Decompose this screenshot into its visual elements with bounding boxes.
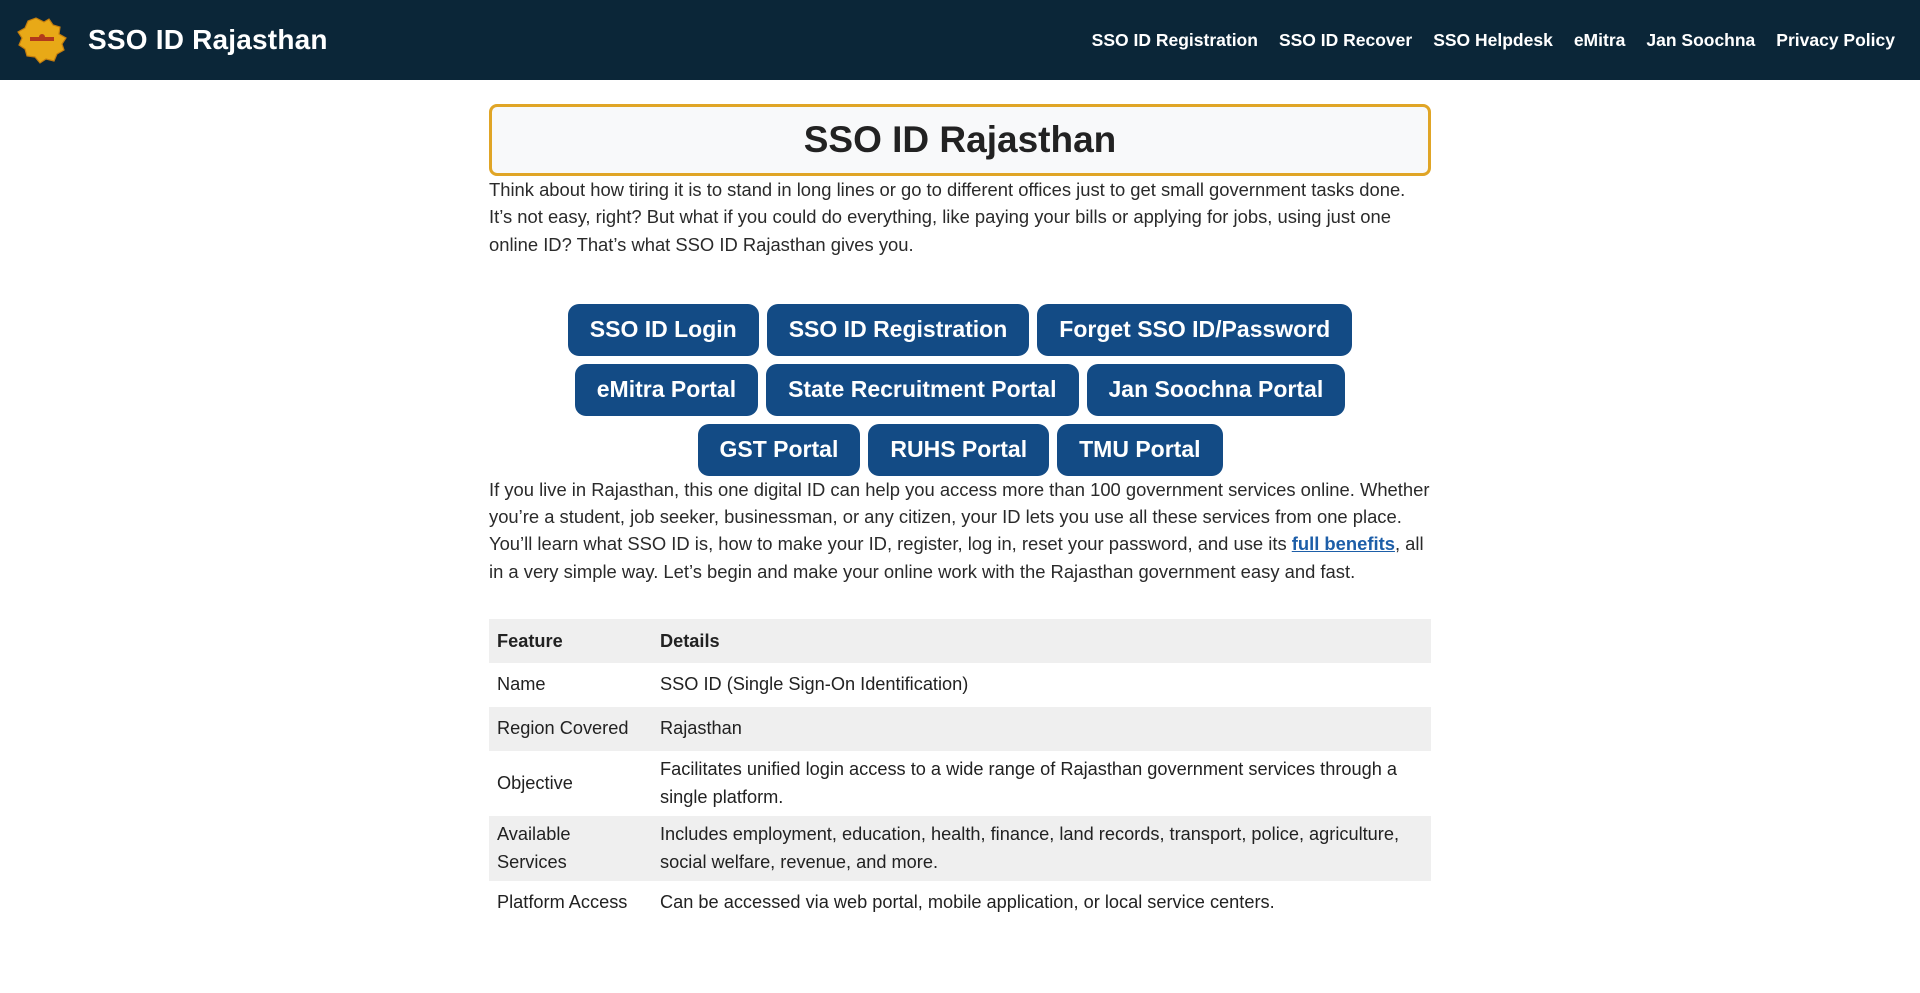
column-header-details: Details [652, 619, 1431, 664]
site-header: SSO ID Rajasthan SSO ID Registration SSO… [0, 0, 1920, 80]
page-title: SSO ID Rajasthan [803, 119, 1117, 160]
table-row: Platform Access Can be accessed via web … [489, 881, 1431, 925]
nav-link-privacy-policy[interactable]: Privacy Policy [1776, 30, 1895, 51]
features-table: Feature Details Name SSO ID (Single Sign… [489, 619, 1431, 925]
column-header-feature: Feature [489, 619, 652, 664]
nav-link-sso-id-registration[interactable]: SSO ID Registration [1092, 30, 1258, 51]
state-recruitment-portal-button[interactable]: State Recruitment Portal [766, 363, 1079, 416]
button-row: SSO ID Login SSO ID Registration Forget … [567, 303, 1353, 356]
nav-link-jan-soochna[interactable]: Jan Soochna [1646, 30, 1755, 51]
feature-cell: Platform Access [497, 892, 628, 913]
rajasthan-map-logo-icon [17, 17, 67, 64]
table-row: Region Covered Rajasthan [489, 707, 1431, 752]
brand[interactable]: SSO ID Rajasthan [16, 15, 328, 65]
nav-link-sso-id-recover[interactable]: SSO ID Recover [1279, 30, 1412, 51]
details-cell: Rajasthan [652, 707, 1431, 752]
services-paragraph-text: If you live in Rajasthan, this one digit… [489, 478, 1430, 555]
portal-button-grid: SSO ID Login SSO ID Registration Forget … [489, 303, 1431, 476]
details-cell: Can be accessed via web portal, mobile a… [660, 892, 1275, 913]
ruhs-portal-button[interactable]: RUHS Portal [868, 423, 1050, 476]
tmu-portal-button[interactable]: TMU Portal [1057, 423, 1223, 476]
details-cell: Facilitates unified login access to a wi… [660, 759, 1398, 807]
feature-cell: Objective [497, 772, 573, 793]
button-row: GST Portal RUHS Portal TMU Portal [697, 423, 1223, 476]
details-cell: SSO ID (Single Sign-On Identification) [660, 674, 969, 695]
main-nav: SSO ID Registration SSO ID Recover SSO H… [1092, 30, 1895, 51]
sso-id-login-button[interactable]: SSO ID Login [567, 303, 759, 356]
table-row: Objective Facilitates unified login acce… [489, 751, 1431, 816]
main-content: SSO ID Rajasthan Think about how tiring … [489, 80, 1431, 925]
jan-soochna-portal-button[interactable]: Jan Soochna Portal [1086, 363, 1346, 416]
sso-id-registration-button[interactable]: SSO ID Registration [766, 303, 1030, 356]
nav-link-emitra[interactable]: eMitra [1574, 30, 1626, 51]
table-row: Available Services Includes employment, … [489, 816, 1431, 882]
table-header-row: Feature Details [489, 619, 1431, 664]
emitra-portal-button[interactable]: eMitra Portal [574, 363, 759, 416]
feature-cell: Region Covered [489, 707, 652, 752]
feature-cell: Name [497, 674, 546, 695]
button-row: eMitra Portal State Recruitment Portal J… [574, 363, 1346, 416]
page-title-box: SSO ID Rajasthan [489, 104, 1431, 176]
details-cell: Includes employment, education, health, … [652, 816, 1431, 882]
forget-sso-id-password-button[interactable]: Forget SSO ID/Password [1037, 303, 1353, 356]
gst-portal-button[interactable]: GST Portal [697, 423, 861, 476]
nav-link-sso-helpdesk[interactable]: SSO Helpdesk [1433, 30, 1553, 51]
services-paragraph: If you live in Rajasthan, this one digit… [489, 476, 1431, 585]
site-title: SSO ID Rajasthan [88, 24, 328, 55]
full-benefits-link[interactable]: full benefits [1292, 533, 1395, 554]
intro-paragraph: Think about how tiring it is to stand in… [489, 179, 1406, 255]
feature-cell: Available Services [489, 816, 652, 882]
table-row: Name SSO ID (Single Sign-On Identificati… [489, 663, 1431, 707]
